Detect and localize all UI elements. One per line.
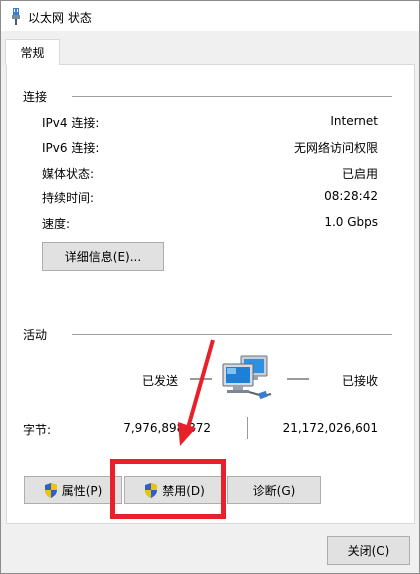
annotation-arrow-icon	[178, 339, 215, 446]
